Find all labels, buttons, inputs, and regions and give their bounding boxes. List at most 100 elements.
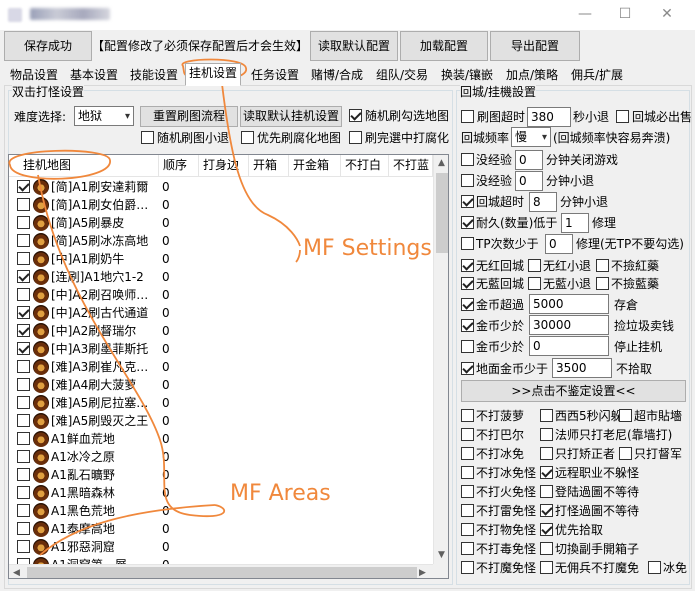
no-blue-town-checkbox[interactable]: [461, 277, 474, 290]
table-row[interactable]: A1黑色荒地 0: [9, 502, 433, 520]
row-checkbox[interactable]: [17, 324, 30, 337]
column-open-gold-chest[interactable]: 开金箱: [289, 155, 341, 177]
table-row[interactable]: [中]A3刷墨菲斯托 0: [9, 340, 433, 358]
column-hit-near[interactable]: 打身边: [199, 155, 249, 177]
option-checkbox[interactable]: [540, 504, 553, 517]
no-buy-red-checkbox[interactable]: [596, 259, 609, 272]
tab-basic[interactable]: 基本设置: [66, 65, 122, 85]
no-exp-exit-input[interactable]: 0: [515, 171, 543, 191]
table-row[interactable]: [简]A1刷安達莉爾 0: [9, 178, 433, 196]
scroll-left-icon[interactable]: ◀: [13, 568, 20, 578]
town-timeout-checkbox[interactable]: [461, 195, 474, 208]
table-row[interactable]: A1鲜血荒地 0: [9, 430, 433, 448]
option-checkbox[interactable]: [461, 428, 474, 441]
option-checkbox[interactable]: [540, 447, 553, 460]
tab-merc-extend[interactable]: 佣兵/扩展: [567, 65, 627, 85]
tab-quests[interactable]: 任务设置: [247, 65, 303, 85]
export-config-button[interactable]: 导出配置: [490, 31, 580, 61]
gold-over-input[interactable]: 5000: [529, 294, 609, 314]
option-checkbox[interactable]: [461, 542, 474, 555]
finish-corrupt-checkbox[interactable]: [349, 131, 362, 144]
gold-under-input[interactable]: 30000: [529, 315, 609, 335]
option-checkbox[interactable]: [619, 447, 632, 460]
option-checkbox[interactable]: [540, 409, 553, 422]
ground-gold-input[interactable]: 3500: [552, 358, 612, 378]
row-checkbox[interactable]: [17, 252, 30, 265]
table-row[interactable]: [简]A1刷女伯爵… 0: [9, 196, 433, 214]
row-checkbox[interactable]: [17, 504, 30, 517]
random-small-exit-checkbox[interactable]: [141, 131, 154, 144]
scroll-down-icon[interactable]: ▼: [438, 550, 445, 560]
table-row[interactable]: [中]A2刷督瑞尔 0: [9, 322, 433, 340]
option-checkbox[interactable]: [540, 466, 553, 479]
row-checkbox[interactable]: [17, 414, 30, 427]
tab-skills[interactable]: 技能设置: [126, 65, 182, 85]
no-red-exit-checkbox[interactable]: [528, 259, 541, 272]
minimize-button[interactable]: —: [570, 4, 600, 24]
prefer-corrupt-checkbox[interactable]: [241, 131, 254, 144]
durability-checkbox[interactable]: [461, 216, 474, 229]
option-checkbox[interactable]: [461, 447, 474, 460]
read-default-config-button[interactable]: 读取默认配置: [310, 31, 398, 61]
table-row[interactable]: [难]A3刷崔凡克… 0: [9, 358, 433, 376]
close-button[interactable]: ✕: [652, 4, 682, 24]
no-exp-close-checkbox[interactable]: [461, 153, 474, 166]
tab-gamble-craft[interactable]: 赌博/合成: [307, 65, 367, 85]
scroll-right-icon[interactable]: ▶: [419, 568, 426, 578]
unidentified-settings-button[interactable]: >>点击不鉴定设置<<: [461, 380, 686, 402]
ground-gold-checkbox[interactable]: [461, 362, 474, 375]
horizontal-scroll-thumb[interactable]: [27, 567, 417, 578]
map-timeout-checkbox[interactable]: [461, 110, 474, 123]
option-checkbox[interactable]: [461, 561, 474, 574]
no-exp-close-input[interactable]: 0: [515, 150, 543, 170]
option-checkbox[interactable]: [461, 409, 474, 422]
option-checkbox[interactable]: [540, 561, 553, 574]
table-row[interactable]: [难]A4刷大菠萝 0: [9, 376, 433, 394]
column-skip-blue[interactable]: 不打蓝: [389, 155, 433, 177]
row-checkbox[interactable]: [17, 342, 30, 355]
option-checkbox[interactable]: [619, 409, 632, 422]
option-checkbox[interactable]: [540, 428, 553, 441]
tab-stats-strategy[interactable]: 加点/策略: [502, 65, 562, 85]
no-red-town-checkbox[interactable]: [461, 259, 474, 272]
no-blue-exit-checkbox[interactable]: [528, 277, 541, 290]
town-exit-checkbox[interactable]: [616, 110, 629, 123]
option-checkbox[interactable]: [461, 485, 474, 498]
row-checkbox[interactable]: [17, 270, 30, 283]
town-timeout-input[interactable]: 8: [529, 192, 557, 212]
option-checkbox[interactable]: [540, 523, 553, 536]
column-skip-white[interactable]: 不打白: [341, 155, 389, 177]
reset-flow-button[interactable]: 重置刷图流程: [140, 106, 238, 127]
tab-equip-socket[interactable]: 换装/镶嵌: [437, 65, 497, 85]
option-checkbox[interactable]: [648, 561, 661, 574]
town-freq-select[interactable]: 慢 ▾: [511, 127, 551, 147]
vertical-scroll-thumb[interactable]: [436, 173, 448, 253]
table-row[interactable]: [简]A5刷暴皮 0: [9, 214, 433, 232]
row-checkbox[interactable]: [17, 396, 30, 409]
tp-input[interactable]: 0: [545, 234, 573, 254]
option-checkbox[interactable]: [461, 504, 474, 517]
table-row[interactable]: [中]A2刷召唤师… 0: [9, 286, 433, 304]
map-timeout-input[interactable]: 380: [527, 107, 571, 127]
column-order[interactable]: 顺序: [159, 155, 199, 177]
table-row[interactable]: A1邪惡洞窟 0: [9, 538, 433, 556]
vertical-scrollbar[interactable]: ▲ ▼: [433, 155, 448, 564]
option-checkbox[interactable]: [461, 523, 474, 536]
table-row[interactable]: A1泰摩高地 0: [9, 520, 433, 538]
tab-party-trade[interactable]: 组队/交易: [372, 65, 432, 85]
option-checkbox[interactable]: [540, 542, 553, 555]
table-row[interactable]: A1黑暗森林 0: [9, 484, 433, 502]
column-open-chest[interactable]: 开箱: [249, 155, 289, 177]
maximize-button[interactable]: ☐: [610, 4, 640, 24]
gold-under-stop-input[interactable]: 0: [529, 336, 609, 356]
row-checkbox[interactable]: [17, 198, 30, 211]
tab-mf-settings[interactable]: 挂机设置: [185, 63, 242, 86]
table-row[interactable]: [难]A5刷尼拉塞… 0: [9, 394, 433, 412]
row-checkbox[interactable]: [17, 468, 30, 481]
table-row[interactable]: A1冰冷之原 0: [9, 448, 433, 466]
option-checkbox[interactable]: [461, 466, 474, 479]
read-default-mf-button[interactable]: 读取默认挂机设置: [240, 106, 342, 127]
gold-under-stop-checkbox[interactable]: [461, 340, 474, 353]
row-checkbox[interactable]: [17, 522, 30, 535]
horizontal-scrollbar[interactable]: ◀ ▶: [9, 564, 433, 578]
